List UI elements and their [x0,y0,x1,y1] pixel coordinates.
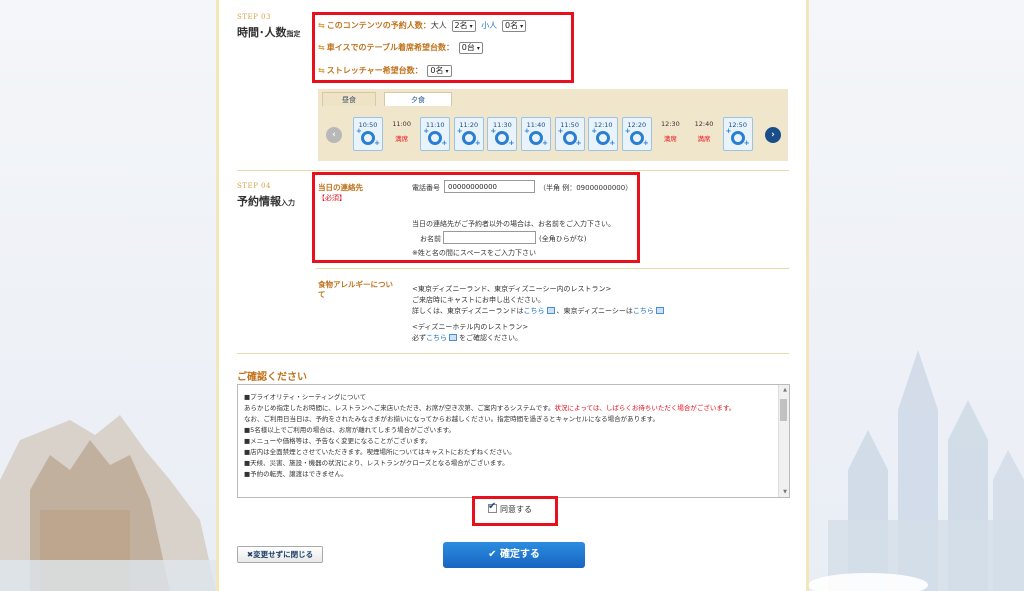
allergy-label: 食物アレルギーについて [318,280,393,299]
name-hint: (全角ひらがな) [539,235,587,243]
time-slot[interactable]: 12:10 [588,117,619,151]
slot-full-label: 満席 [663,135,677,143]
party-size-row: ⇆ このコンテンツの予約人数：大人 2名 ▾ 小人 0名 ▾ [318,20,527,32]
tds-allergy-link[interactable]: こちら [633,307,654,315]
wheelchair-count-select[interactable]: 0台 ▾ [458,42,483,54]
time-slot: 12:30 満席 [655,117,685,151]
slot-full-label: 満席 [697,135,711,143]
step4-label: STEP 04 [237,182,271,190]
divider [316,268,789,269]
swap-icon: ⇆ [318,21,325,30]
swap-icon: ⇆ [318,43,325,52]
agree-checkbox[interactable]: 同意する [488,501,532,515]
time-slot[interactable]: 11:10 [420,117,451,151]
confirm-heading: ご確認ください [237,372,307,383]
external-link-icon [449,334,457,341]
child-count-select[interactable]: 0名 ▾ [501,20,527,32]
available-icon [423,127,447,147]
step3-title: 時間･人数指定 [237,26,301,39]
next-slots-button[interactable]: › [765,127,781,143]
time-slot[interactable]: 11:40 [521,117,551,151]
chevron-right-icon: › [771,130,775,140]
divider [237,170,789,171]
time-slot[interactable]: 11:20 [453,117,484,151]
chevron-down-icon: ▾ [445,68,449,75]
castle-background-right [808,350,1024,591]
terms-scrollbox[interactable]: ■プライオリティ・シーティングについて あらかじめ指定したお時間に、レストランへ… [237,384,790,498]
allergy-text-3: 詳しくは、東京ディズニーランドはこちら 、東京ディズニーシーはこちら [412,306,666,316]
swap-icon: ⇆ [318,66,325,75]
available-icon [356,127,380,147]
required-badge: 【必須】 [318,194,346,202]
chevron-down-icon: ▾ [469,23,473,30]
time-slot[interactable]: 11:50 [554,117,585,151]
phone-hint: （半角 例：09000000000） [539,184,633,192]
castle-background-left [0,415,216,591]
other-contact-note: 当日の連絡先がご予約者以外の場合は、お名前をご入力下さい。 [412,220,615,228]
available-icon [490,127,514,147]
hotel-allergy-link[interactable]: こちら [426,334,447,342]
allergy-text-4: <ディズニーホテル内のレストラン> [412,323,529,331]
tdl-allergy-link[interactable]: こちら [524,307,545,315]
name-input[interactable] [443,231,536,244]
chevron-down-icon: ▾ [520,23,524,30]
stretcher-count-select[interactable]: 0名 ▾ [427,65,452,77]
external-link-icon [655,307,664,314]
scroll-up-icon[interactable]: ▲ [783,387,787,393]
check-circle-icon: ✔ [488,549,497,560]
scroll-down-icon[interactable]: ▼ [783,489,787,495]
name-note: ※姓と名の間にスペースをご入力下さい [412,249,537,257]
allergy-text-2: ご来店時にキャストにお申し出ください。 [412,296,545,304]
time-slot[interactable]: 12:20 [621,117,652,151]
chevron-left-icon: ‹ [332,130,336,140]
available-icon [726,127,750,147]
contact-label: 当日の連絡先 [318,183,363,192]
phone-input[interactable]: 00000000000 [444,180,535,193]
time-slot[interactable]: 12:50 [722,117,753,151]
time-slot: 11:00 満席 [387,117,417,151]
divider [237,353,789,354]
wheelchair-row: ⇆ 車イスでのテーブル着席希望台数： 0台 ▾ [318,42,483,54]
phone-label: 電話番号 [412,184,440,192]
step4-title: 予約情報入力 [237,195,295,208]
prev-slots-button[interactable]: ‹ [326,127,342,143]
tab-lunch[interactable]: 昼食 [322,92,376,106]
checkbox-checked-icon[interactable] [488,501,497,513]
allergy-text-1: <東京ディズニーランド、東京ディズニーシー内のレストラン> [412,285,612,293]
available-icon [558,127,582,147]
available-icon [591,127,615,147]
available-icon [524,127,548,147]
time-slot[interactable]: 11:30 [487,117,518,151]
available-icon [457,127,481,147]
allergy-text-5: 必ずこちら をご確認ください。 [412,334,522,342]
time-slot: 12:40 満席 [689,117,719,151]
tab-dinner[interactable]: 夕食 [384,92,452,106]
slot-full-label: 満席 [395,135,409,143]
close-without-change-button[interactable]: ✖変更せずに閉じる [237,546,323,563]
step3-label: STEP 03 [237,13,271,21]
adult-count-select[interactable]: 2名 ▾ [451,20,476,32]
external-link-icon [546,307,555,314]
scrollbar[interactable]: ▲ ▼ [778,385,789,497]
available-icon [625,127,649,147]
confirm-button[interactable]: ✔ 確定する [443,542,585,568]
stretcher-row: ⇆ ストレッチャー希望台数： 0名 ▾ [318,65,452,77]
terms-text: ■プライオリティ・シーティングについて あらかじめ指定したお時間に、レストランへ… [244,393,736,478]
time-slot[interactable]: 10:50 [353,117,383,151]
chevron-down-icon: ▾ [476,45,480,52]
name-label: お名前 [420,235,441,243]
scrollbar-thumb[interactable] [780,399,787,421]
